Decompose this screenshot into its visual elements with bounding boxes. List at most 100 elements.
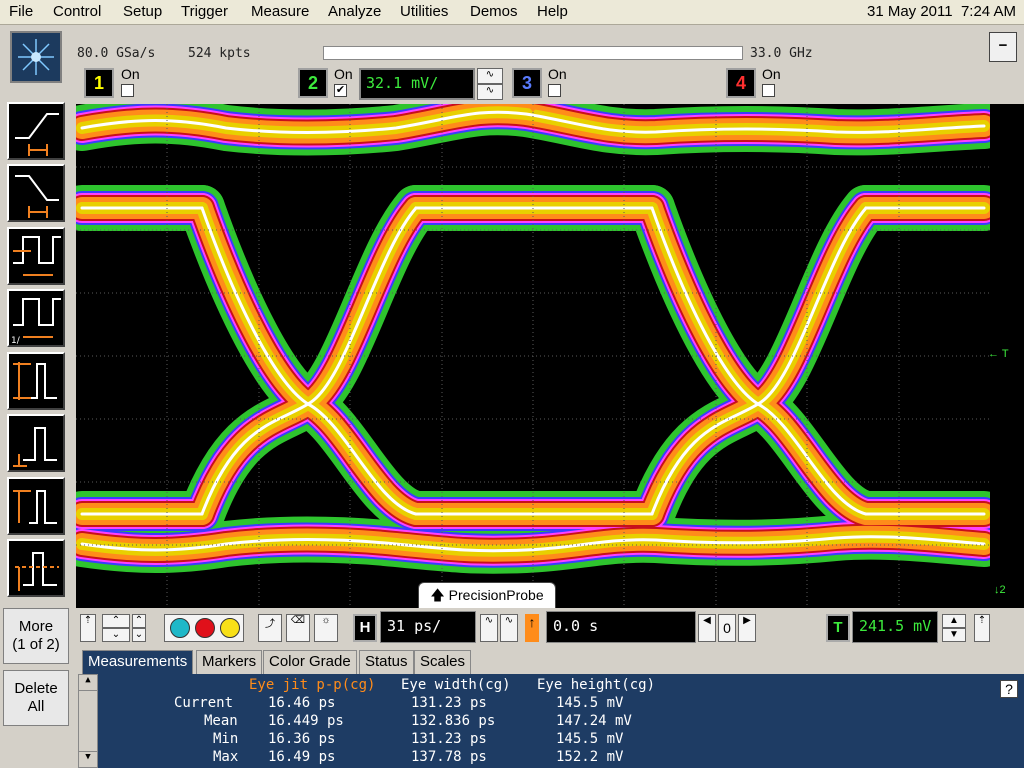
scale-coarse-icon[interactable]: ∿	[477, 84, 503, 100]
trigger-level-value[interactable]: 241.5 mV	[852, 611, 938, 643]
channel-3-checkbox[interactable]	[548, 84, 561, 97]
row-label-max: Max	[213, 749, 239, 765]
more-button[interactable]: More (1 of 2)	[3, 608, 69, 664]
horizontal-button[interactable]: H	[353, 614, 377, 642]
measurements-scrollbar[interactable]: ▲ ▼	[78, 674, 98, 768]
frequency-measure-button[interactable]: 1/	[7, 289, 65, 347]
help-icon[interactable]: ?	[1000, 680, 1018, 698]
menu-help[interactable]: Help	[537, 3, 568, 20]
channel-4-checkbox[interactable]	[762, 84, 775, 97]
fall-time-measure-button[interactable]	[7, 164, 65, 222]
trigger-pin-icon[interactable]: ⇡	[974, 614, 990, 642]
eye-diagram	[76, 104, 990, 608]
delay-marker-icon: ↑	[525, 614, 539, 642]
row-label-min: Min	[213, 731, 239, 747]
clear-display-icon[interactable]: ⌫	[286, 614, 310, 642]
results-tabs: Measurements Markers Color Grade Status …	[78, 650, 1024, 674]
vtop-measure-button[interactable]	[7, 539, 65, 597]
pin-icon[interactable]: ⇡	[80, 614, 96, 642]
vpp-measure-button[interactable]	[7, 352, 65, 410]
date-text: 31 May 2011	[866, 3, 953, 20]
channel-1-checkbox[interactable]	[121, 84, 134, 97]
run-control-group	[164, 614, 244, 642]
measurements-panel: ▲ ▼ Eye jit p-p(cg) Eye width(cg) Eye he…	[78, 674, 1024, 768]
memory-depth: 524 kpts	[188, 46, 251, 61]
tab-status[interactable]: Status	[359, 650, 414, 674]
scroll-down-icon[interactable]: ⌄	[132, 628, 146, 642]
delete-all-label: All	[27, 698, 45, 715]
channel-1-button[interactable]: 1	[84, 68, 114, 98]
delete-all-button[interactable]: Delete All	[3, 670, 69, 726]
menu-bar: File Control Setup Trigger Measure Analy…	[0, 0, 1024, 25]
delay-reference[interactable]: 0	[718, 614, 736, 642]
tab-markers[interactable]: Markers	[196, 650, 263, 674]
row-label-mean: Mean	[204, 713, 238, 729]
precision-probe-label: PrecisionProbe	[448, 587, 544, 603]
zoom-down-icon[interactable]: ⌄	[102, 628, 130, 642]
mean-eye-jitter: 16.449 ps	[268, 713, 344, 729]
menu-demos[interactable]: Demos	[470, 3, 518, 20]
vamplitude-measure-button[interactable]	[7, 477, 65, 535]
max-eye-jitter: 16.49 ps	[268, 749, 336, 765]
channel-3-button[interactable]: 3	[512, 68, 542, 98]
channel-2-button[interactable]: 2	[298, 68, 328, 98]
trigger-down-icon[interactable]: ▼	[942, 628, 966, 642]
channel-4-on-label: On	[762, 66, 781, 82]
tab-scales[interactable]: Scales	[414, 650, 472, 674]
delay-right-icon[interactable]: ▶	[738, 614, 756, 642]
trigger-up-icon[interactable]: ▲	[942, 614, 966, 628]
zoom-up-icon[interactable]: ⌃	[102, 614, 130, 628]
menu-setup[interactable]: Setup	[123, 3, 162, 20]
precision-probe-tab[interactable]: 🡅 PrecisionProbe	[418, 582, 556, 608]
trigger-button[interactable]: T	[826, 614, 850, 642]
row-label-current: Current	[174, 695, 234, 711]
menu-control[interactable]: Control	[53, 3, 101, 20]
channel-2-ground-marker-icon: ↓2	[994, 584, 1006, 596]
scroll-up-arrow-icon[interactable]: ▲	[79, 675, 97, 691]
timebase-value[interactable]: 31 ps/	[380, 611, 476, 643]
channel-2-checkbox[interactable]: ✔	[334, 84, 347, 97]
period-measure-button[interactable]	[7, 227, 65, 285]
sample-rate: 80.0 GSa/s	[77, 46, 156, 61]
menu-utilities[interactable]: Utilities	[400, 3, 448, 20]
datetime: 31 May 2011 7:24 AM	[867, 3, 1016, 20]
delay-left-icon[interactable]: ◀	[698, 614, 716, 642]
more-label: More	[18, 618, 54, 635]
waveform-display[interactable]	[76, 104, 990, 608]
max-eye-height: 152.2 mV	[556, 749, 624, 765]
tab-measurements[interactable]: Measurements	[82, 650, 194, 674]
scale-fine-icon[interactable]: ∿	[477, 68, 503, 84]
minimize-button[interactable]: −	[989, 32, 1017, 62]
delay-value[interactable]: 0.0 s	[546, 611, 696, 643]
current-eye-height: 145.5 mV	[556, 695, 624, 711]
min-eye-height: 145.5 mV	[556, 731, 624, 747]
run-button-icon[interactable]	[220, 618, 240, 638]
single-button-icon[interactable]	[170, 618, 190, 638]
vbase-measure-button[interactable]	[7, 414, 65, 472]
timebase-coarse-icon[interactable]: ∿	[500, 614, 518, 642]
mean-eye-width: 132.836 ps	[411, 713, 496, 729]
tab-color-grade[interactable]: Color Grade	[263, 650, 357, 674]
channel-1-on-label: On	[121, 66, 140, 82]
autoscale-icon[interactable]: ⤴	[258, 614, 282, 642]
menu-analyze[interactable]: Analyze	[328, 3, 381, 20]
rise-time-measure-button[interactable]	[7, 102, 65, 160]
stop-button-icon[interactable]	[195, 618, 215, 638]
brightness-icon[interactable]: ☼	[314, 614, 338, 642]
bandwidth-bar	[323, 46, 743, 60]
scroll-up-icon[interactable]: ⌃	[132, 614, 146, 628]
min-eye-width: 131.23 ps	[411, 731, 487, 747]
channel-4-button[interactable]: 4	[726, 68, 756, 98]
channel-2-scale[interactable]: 32.1 mV/	[359, 68, 475, 100]
svg-text:1/: 1/	[11, 336, 21, 345]
agilent-logo-icon	[10, 31, 62, 83]
scroll-down-arrow-icon[interactable]: ▼	[79, 751, 97, 767]
timebase-fine-icon[interactable]: ∿	[480, 614, 498, 642]
mean-eye-height: 147.24 mV	[556, 713, 632, 729]
delete-label: Delete	[14, 680, 58, 697]
menu-measure[interactable]: Measure	[251, 3, 309, 20]
min-eye-jitter: 16.36 ps	[268, 731, 336, 747]
left-toolbar: 1/ More (1 of 2) Delete All	[0, 25, 72, 768]
menu-trigger[interactable]: Trigger	[181, 3, 228, 20]
menu-file[interactable]: File	[9, 3, 33, 20]
